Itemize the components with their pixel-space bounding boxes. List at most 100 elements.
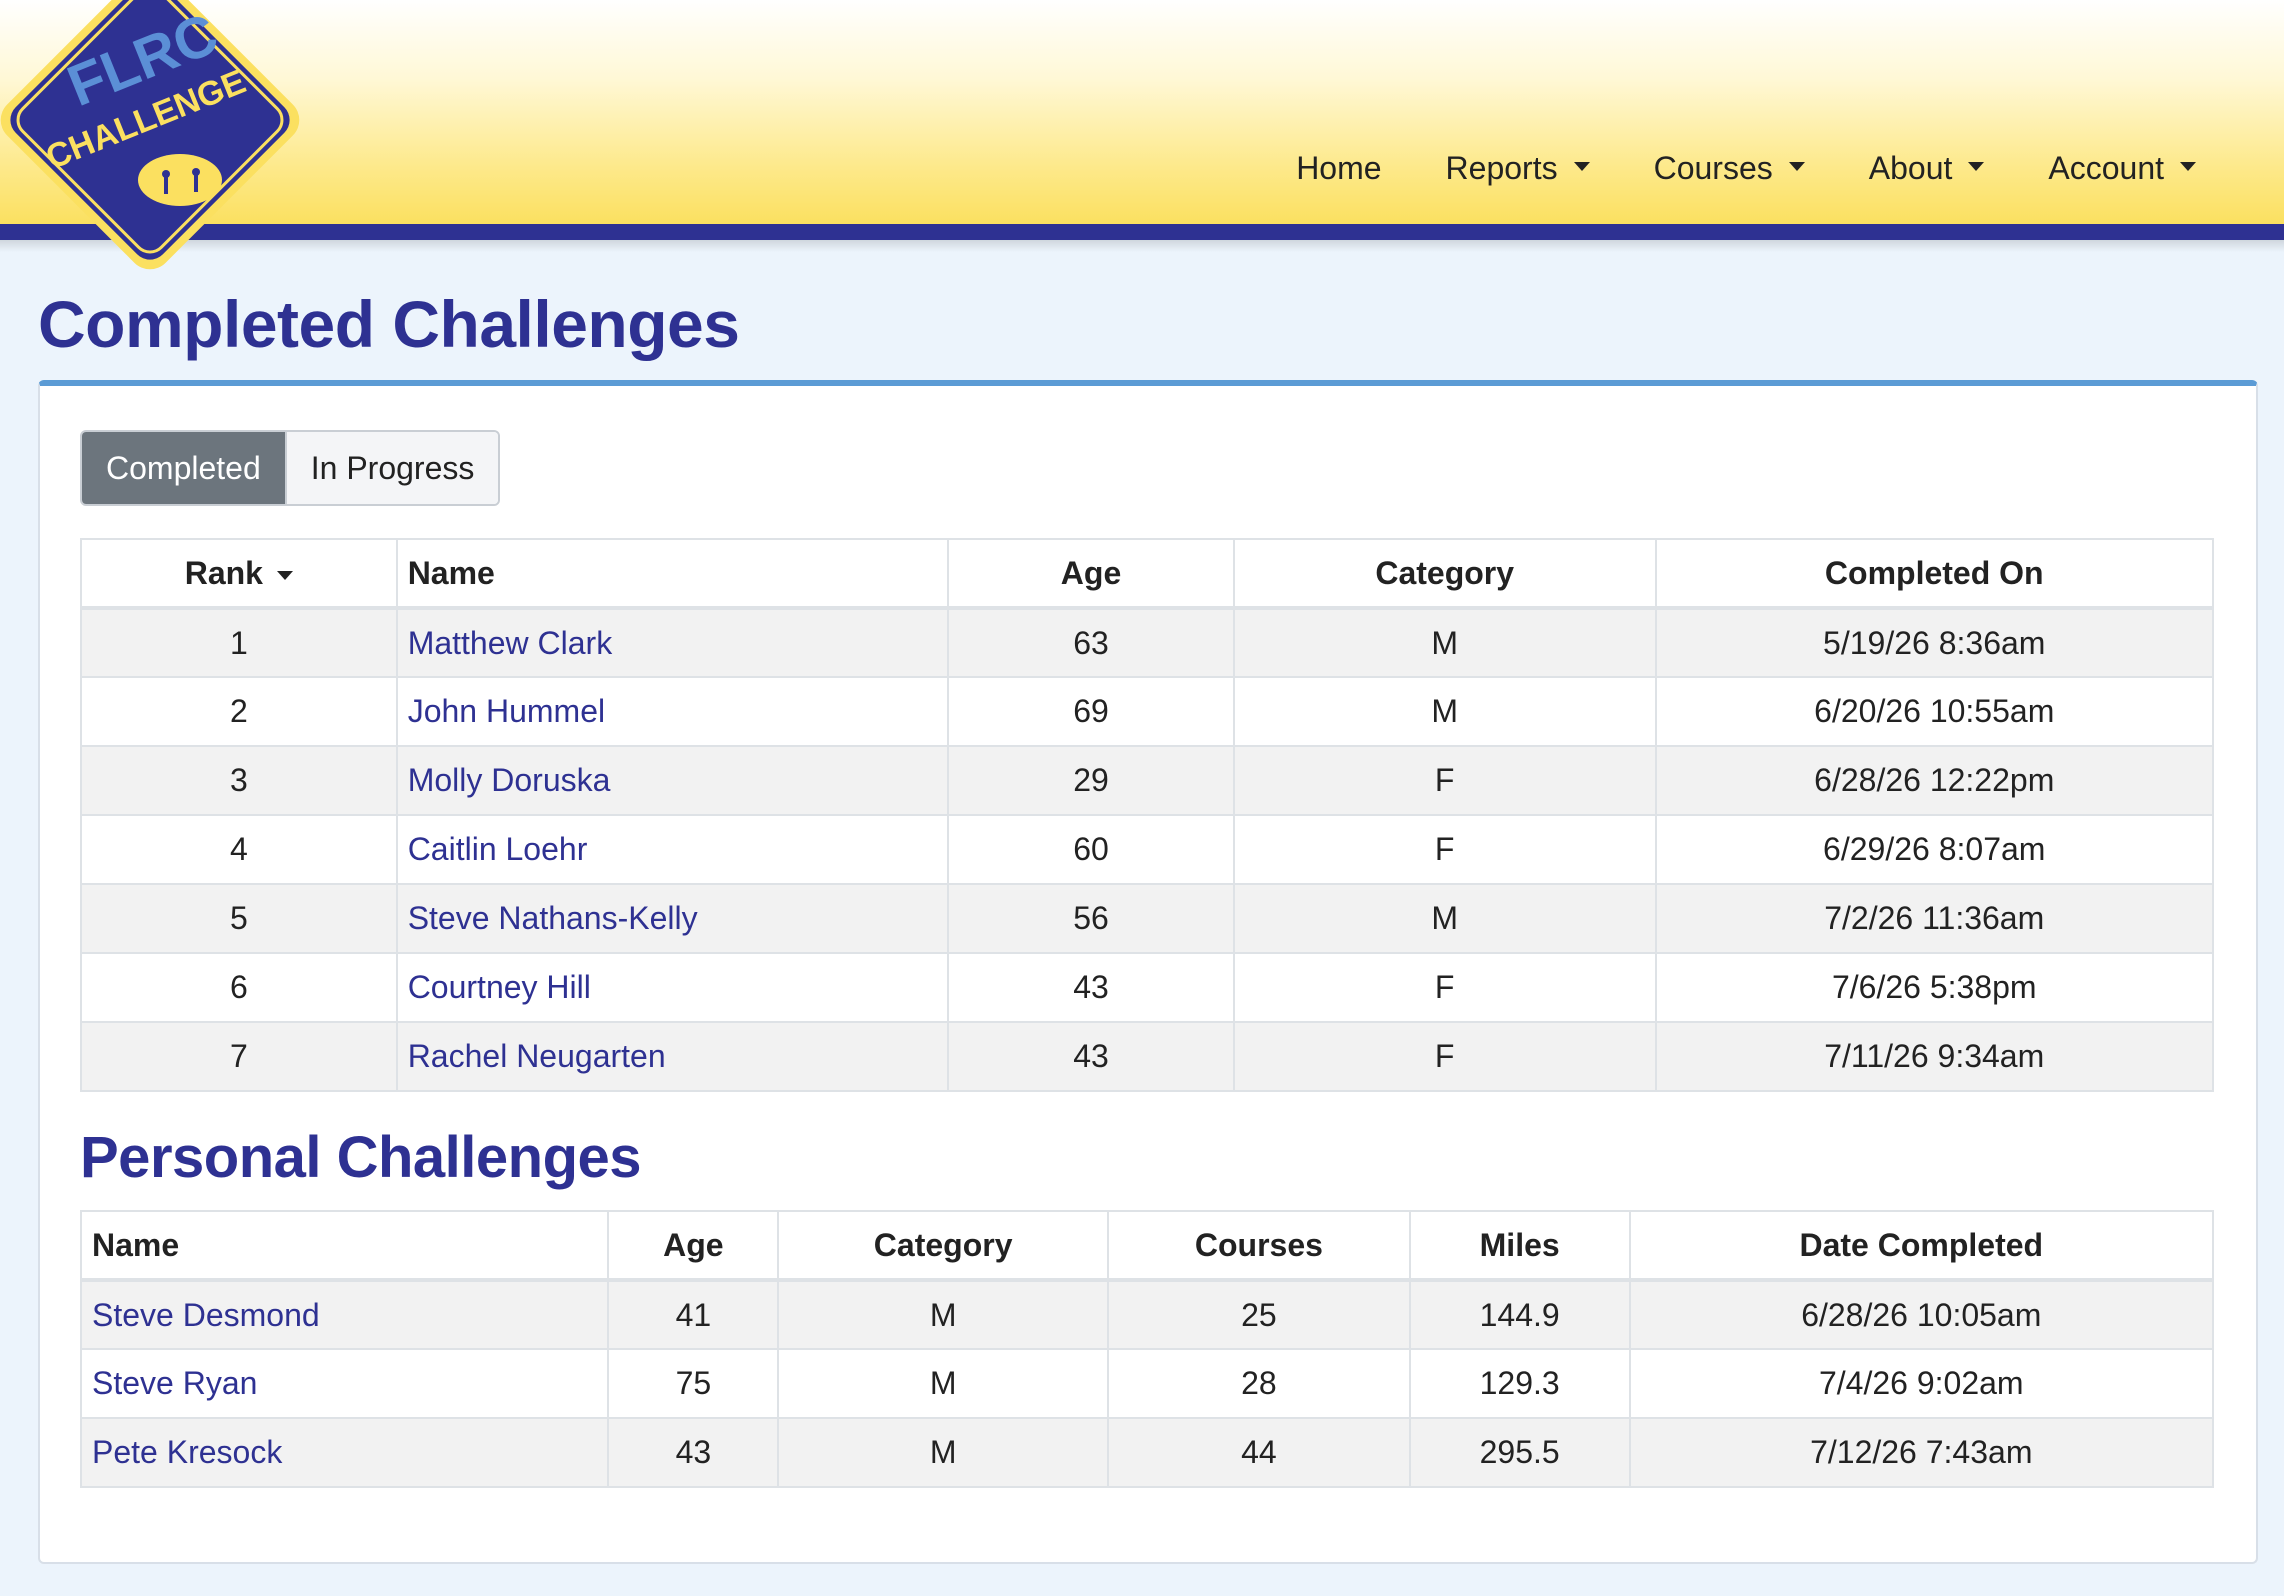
logo-badge-icon: FLRC CHALLENGE <box>0 0 300 270</box>
category-cell: F <box>1232 952 1657 1023</box>
name-cell: Caitlin Loehr <box>395 814 950 885</box>
rank-cell: 2 <box>80 676 398 747</box>
nav-account[interactable]: Account <box>2016 150 2228 187</box>
completed-on-cell: 6/20/26 10:55am <box>1654 676 2214 747</box>
nav-courses[interactable]: Courses <box>1622 150 1837 187</box>
name-cell: Rachel Neugarten <box>395 1021 950 1092</box>
rank-column-header[interactable]: Rank <box>80 538 398 610</box>
runner-name-link[interactable]: Rachel Neugarten <box>408 1038 666 1074</box>
nav-reports-label: Reports <box>1445 149 1558 186</box>
runner-name-link[interactable]: Steve Desmond <box>92 1297 320 1333</box>
main-nav: Home Reports Courses About Account <box>1264 140 2228 196</box>
runner-name-link[interactable]: Steve Nathans-Kelly <box>408 900 698 936</box>
chevron-down-icon <box>1968 161 1985 171</box>
nav-home-label: Home <box>1296 149 1382 186</box>
chevron-down-icon <box>2180 161 2196 171</box>
chevron-down-icon <box>1573 161 1590 171</box>
age-cell: 56 <box>947 883 1235 954</box>
miles-cell: 129.3 <box>1408 1348 1631 1419</box>
header-stripe <box>0 224 2284 240</box>
name-column-header[interactable]: Name <box>395 538 950 610</box>
nav-home[interactable]: Home <box>1264 150 1413 187</box>
date-completed-column-header[interactable]: Date Completed <box>1628 1210 2215 1282</box>
category-cell: F <box>1232 814 1657 885</box>
age-cell: 63 <box>947 607 1235 678</box>
runner-name-link[interactable]: Molly Doruska <box>408 762 611 798</box>
status-toggle: Completed In Progress <box>80 430 501 506</box>
flrc-challenge-logo[interactable]: FLRC CHALLENGE <box>0 0 300 280</box>
date-completed-cell: 7/4/26 9:02am <box>1628 1348 2215 1419</box>
age-column-header[interactable]: Age <box>607 1210 780 1282</box>
completed-challenges-table: Rank Name Age Category Completed On 1 Mat… <box>80 538 2214 1092</box>
rank-cell: 3 <box>80 745 398 816</box>
personal-challenges-table: Name Age Category Courses Miles Date Com… <box>79 1210 2215 1488</box>
age-cell: 43 <box>947 952 1235 1023</box>
in-progress-toggle-button[interactable]: In Progress <box>284 432 499 504</box>
name-cell: Steve Nathans-Kelly <box>395 883 950 954</box>
runner-name-link[interactable]: John Hummel <box>408 693 605 729</box>
name-cell: Courtney Hill <box>395 952 950 1023</box>
age-column-header[interactable]: Age <box>947 538 1235 610</box>
rank-cell: 6 <box>80 952 398 1023</box>
name-cell: Molly Doruska <box>395 745 950 816</box>
runner-name-link[interactable]: Courtney Hill <box>408 969 591 1005</box>
age-cell: 60 <box>947 814 1235 885</box>
age-cell: 41 <box>607 1279 780 1350</box>
runner-name-link[interactable]: Caitlin Loehr <box>408 831 588 867</box>
age-cell: 43 <box>607 1417 780 1488</box>
miles-cell: 295.5 <box>1408 1417 1631 1488</box>
name-cell: Matthew Clark <box>395 607 950 678</box>
rank-cell: 4 <box>80 814 398 885</box>
completed-toggle-button[interactable]: Completed <box>82 432 285 504</box>
completed-on-cell: 6/28/26 12:22pm <box>1654 745 2214 816</box>
runner-name-link[interactable]: Steve Ryan <box>92 1365 257 1401</box>
table-row: 5 Steve Nathans-Kelly 56 M 7/2/26 11:36am <box>80 883 2214 954</box>
table-row: 7 Rachel Neugarten 43 F 7/11/26 9:34am <box>80 1021 2214 1092</box>
rank-cell: 5 <box>80 883 398 954</box>
category-cell: F <box>1232 1021 1657 1092</box>
name-cell: Steve Desmond <box>79 1279 610 1350</box>
category-cell: M <box>777 1417 1110 1488</box>
sort-desc-icon <box>276 570 293 580</box>
table-row: Steve Desmond 41 M 25 144.9 6/28/26 10:05am <box>79 1279 2215 1350</box>
rank-cell: 7 <box>80 1021 398 1092</box>
nav-about-label: About <box>1868 149 1953 186</box>
completed-on-cell: 7/2/26 11:36am <box>1654 883 2214 954</box>
runner-name-link[interactable]: Matthew Clark <box>408 625 613 661</box>
age-cell: 69 <box>947 676 1235 747</box>
table-row: 2 John Hummel 69 M 6/20/26 10:55am <box>80 676 2214 747</box>
category-column-header[interactable]: Category <box>1232 538 1657 610</box>
table-header-row: Name Age Category Courses Miles Date Com… <box>79 1210 2215 1282</box>
table-row: 4 Caitlin Loehr 60 F 6/29/26 8:07am <box>80 814 2214 885</box>
category-column-header[interactable]: Category <box>777 1210 1110 1282</box>
name-column-header[interactable]: Name <box>79 1210 610 1282</box>
miles-column-header[interactable]: Miles <box>1408 1210 1631 1282</box>
nav-reports[interactable]: Reports <box>1414 150 1622 187</box>
name-cell: Steve Ryan <box>79 1348 610 1419</box>
category-cell: F <box>1232 745 1657 816</box>
courses-cell: 44 <box>1107 1417 1411 1488</box>
nav-courses-label: Courses <box>1653 149 1773 186</box>
table-row: 3 Molly Doruska 29 F 6/28/26 12:22pm <box>80 745 2214 816</box>
date-completed-cell: 7/12/26 7:43am <box>1628 1417 2215 1488</box>
category-cell: M <box>777 1348 1110 1419</box>
courses-cell: 28 <box>1107 1348 1411 1419</box>
page-title: Completed Challenges <box>38 287 740 361</box>
completed-on-column-header[interactable]: Completed On <box>1654 538 2214 610</box>
completed-on-cell: 7/11/26 9:34am <box>1654 1021 2214 1092</box>
chevron-down-icon <box>1788 161 1805 171</box>
name-cell: John Hummel <box>395 676 950 747</box>
runner-name-link[interactable]: Pete Kresock <box>92 1434 282 1470</box>
table-row: Steve Ryan 75 M 28 129.3 7/4/26 9:02am <box>79 1348 2215 1419</box>
rank-cell: 1 <box>80 607 398 678</box>
date-completed-cell: 6/28/26 10:05am <box>1628 1279 2215 1350</box>
nav-account-label: Account <box>2048 149 2164 186</box>
header-shadow <box>0 240 2284 252</box>
personal-challenges-title: Personal Challenges <box>80 1125 642 1190</box>
table-row: 1 Matthew Clark 63 M 5/19/26 8:36am <box>80 607 2214 678</box>
age-cell: 75 <box>607 1348 780 1419</box>
courses-column-header[interactable]: Courses <box>1107 1210 1411 1282</box>
age-cell: 29 <box>947 745 1235 816</box>
category-cell: M <box>1232 676 1657 747</box>
nav-about[interactable]: About <box>1837 150 2017 187</box>
